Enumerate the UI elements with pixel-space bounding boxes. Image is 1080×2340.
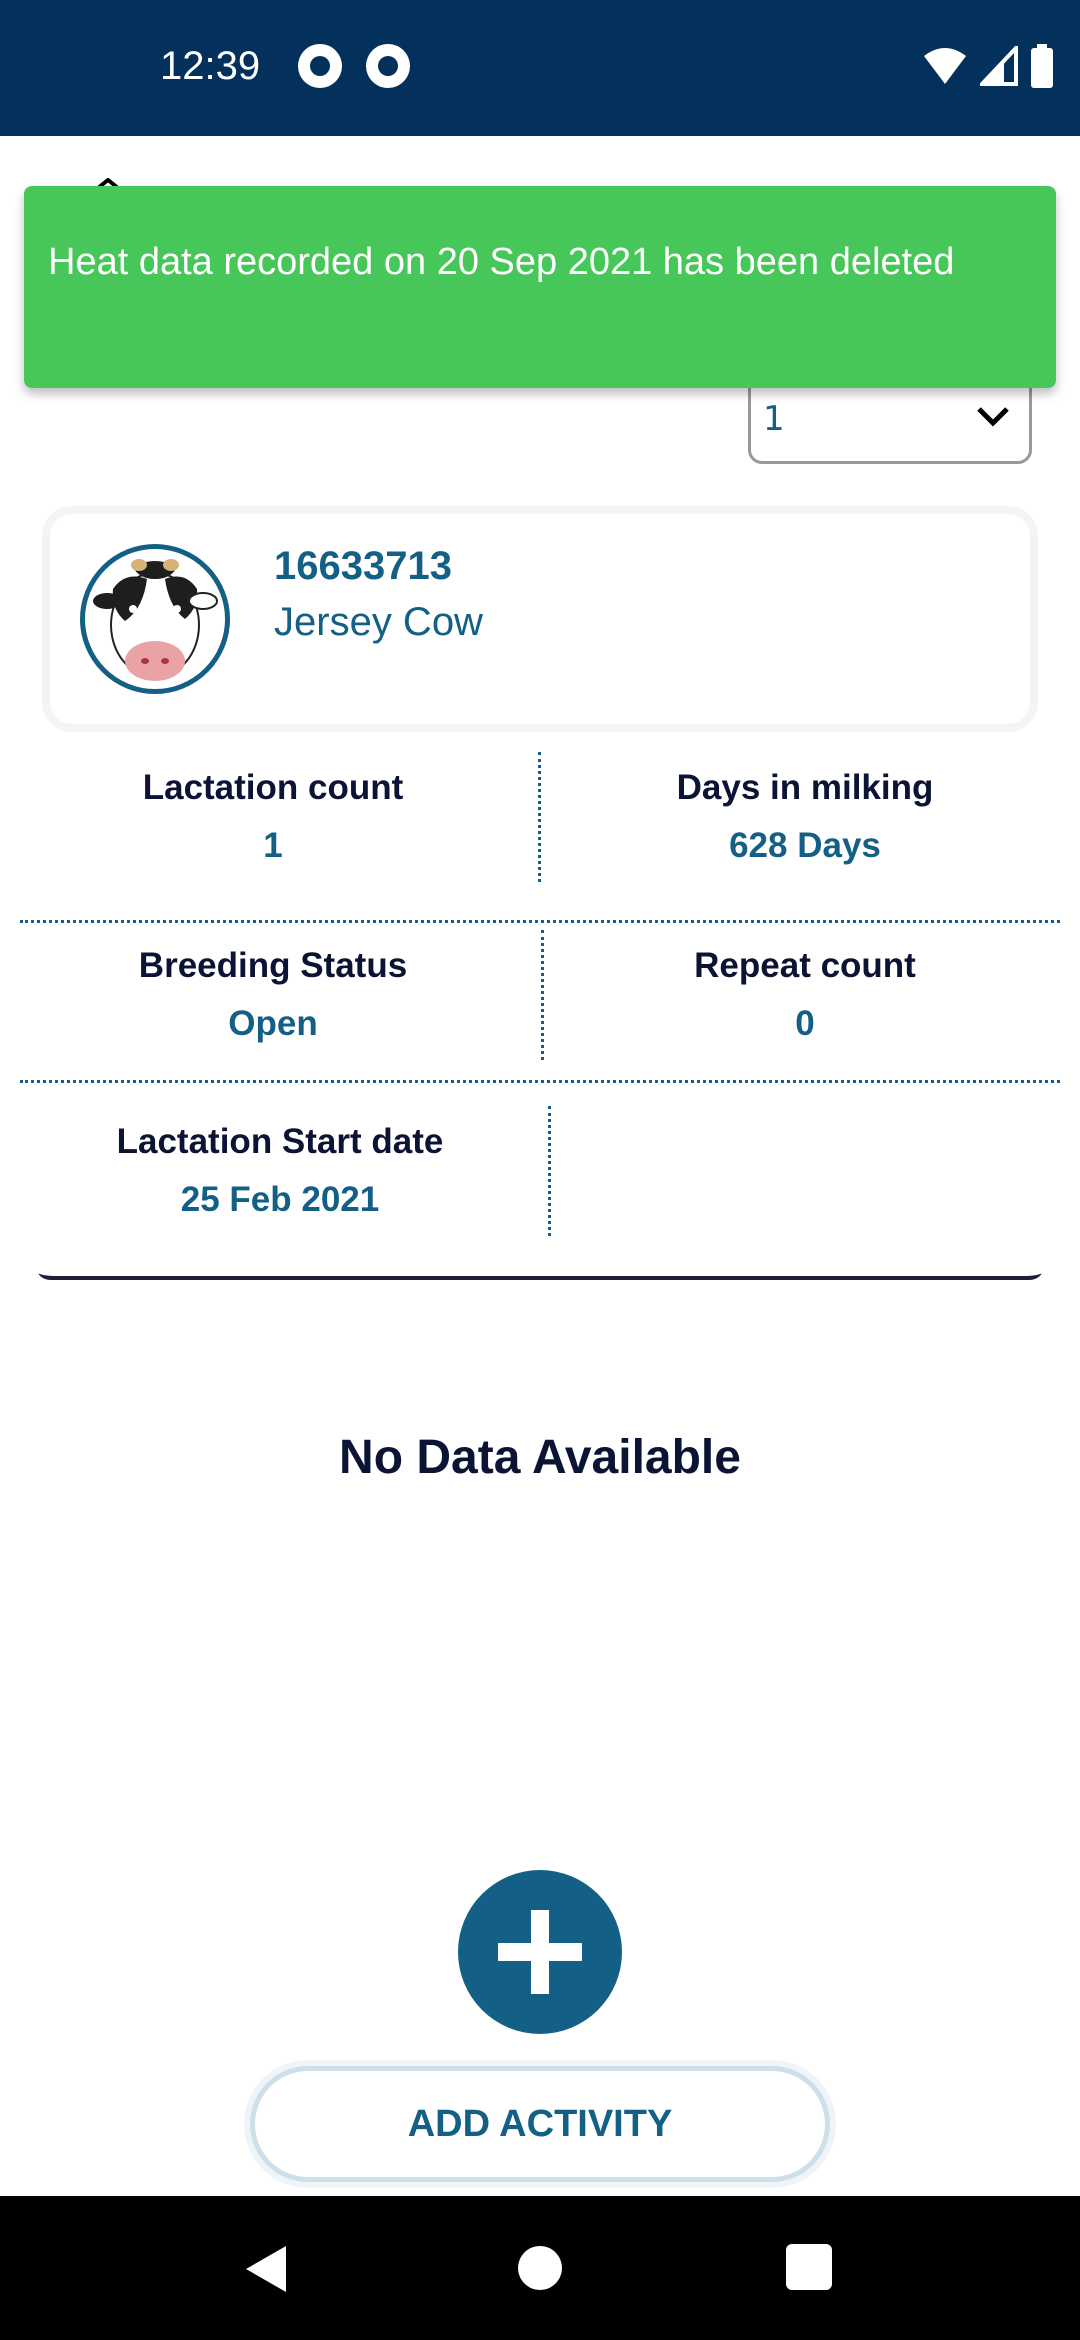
status-bar: 12:39: [0, 0, 1080, 136]
cow-info-card: 16633713 Jersey Cow: [50, 514, 1030, 724]
sync-icon: [298, 44, 342, 88]
divider-horizontal: [20, 1080, 1060, 1083]
stat-breeding-status: Breeding Status Open: [20, 946, 526, 1044]
battery-icon: [1031, 44, 1053, 88]
toast-message: Heat data recorded on 20 Sep 2021 has be…: [48, 241, 955, 283]
stat-lactation-count: Lactation count 1: [20, 768, 526, 866]
stat-label: Lactation Start date: [116, 1122, 444, 1161]
cow-avatar: [80, 544, 230, 694]
add-activity-button[interactable]: ADD ACTIVITY: [250, 2066, 830, 2182]
wifi-icon: [924, 48, 966, 84]
cow-face-icon: [93, 559, 218, 681]
stat-value: 25 Feb 2021: [180, 1180, 380, 1219]
divider-vertical: [548, 1106, 551, 1236]
stat-repeat-count: Repeat count 0: [550, 946, 1060, 1044]
divider-vertical: [541, 930, 544, 1060]
nav-home-icon[interactable]: [518, 2246, 562, 2290]
stat-value: 0: [795, 1004, 815, 1043]
app-icon: [366, 44, 410, 88]
stat-label: Days in milking: [676, 768, 934, 807]
lactation-select-value: 1: [763, 399, 785, 439]
cow-name: Jersey Cow: [274, 600, 483, 644]
stat-days-in-milking: Days in milking 628 Days: [550, 768, 1060, 866]
chevron-down-icon: [977, 407, 1009, 427]
status-time: 12:39: [160, 44, 261, 88]
stat-label: Lactation count: [142, 768, 404, 807]
stat-value: Open: [228, 1004, 318, 1043]
cellular-icon: [980, 46, 1018, 86]
stat-value: 1: [263, 826, 283, 865]
empty-state-text: No Data Available: [339, 1431, 741, 1484]
stat-lactation-start-date: Lactation Start date 25 Feb 2021: [20, 1122, 540, 1220]
nav-back-icon[interactable]: [244, 2244, 288, 2294]
stat-label: Breeding Status: [138, 946, 408, 985]
divider-vertical: [538, 752, 541, 882]
toast-notification: Heat data recorded on 20 Sep 2021 has be…: [24, 186, 1056, 388]
stat-value: 628 Days: [729, 826, 881, 865]
status-indicators: [922, 44, 1054, 88]
cow-id: 16633713: [274, 544, 452, 588]
divider-horizontal: [20, 920, 1060, 923]
add-activity-fab[interactable]: [458, 1870, 622, 2034]
system-navigation-bar: [0, 2196, 1080, 2340]
stat-label: Repeat count: [694, 946, 916, 985]
nav-recents-icon[interactable]: [786, 2244, 832, 2290]
